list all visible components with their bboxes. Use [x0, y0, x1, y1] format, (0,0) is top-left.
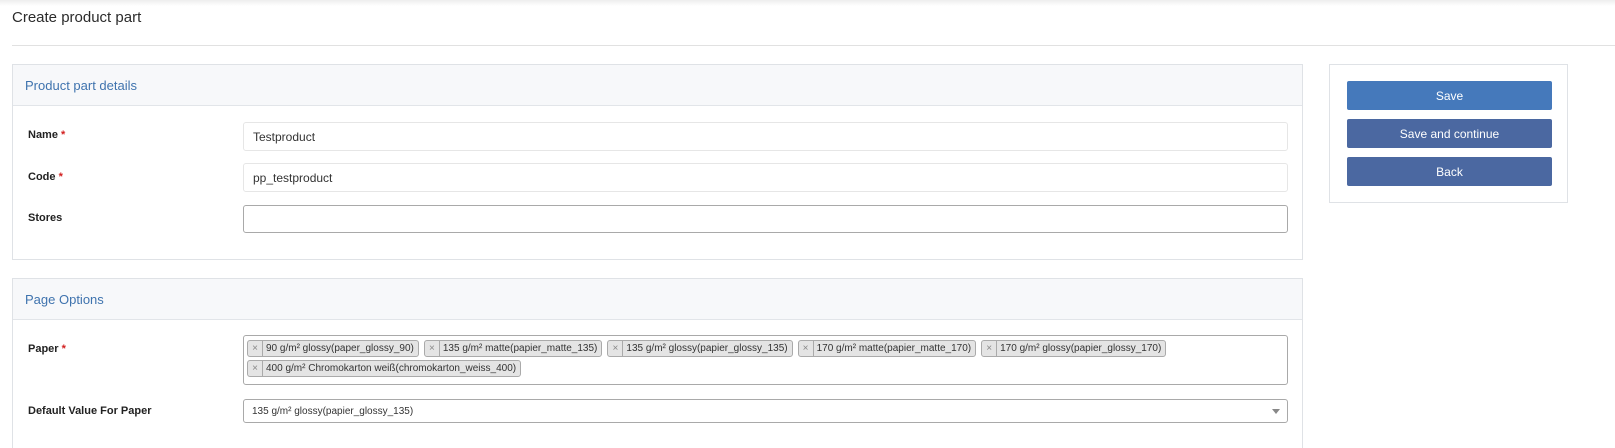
paper-tag: × 90 g/m² glossy(paper_glossy_90) [247, 340, 419, 357]
paper-multiselect[interactable]: × 90 g/m² glossy(paper_glossy_90) × 135 … [243, 335, 1288, 385]
default-paper-value: 135 g/m² glossy(papier_glossy_135) [252, 405, 414, 417]
page-title: Create product part [12, 9, 142, 26]
paper-tag: × 135 g/m² glossy(papier_glossy_135) [607, 340, 793, 357]
required-marker: * [61, 129, 66, 141]
paper-tag-label: 170 g/m² glossy(papier_glossy_170) [1000, 343, 1162, 354]
default-paper-label: Default Value For Paper [28, 405, 151, 417]
paper-label: Paper * [28, 343, 66, 355]
chevron-down-icon [1272, 409, 1280, 414]
paper-label-text: Paper [28, 343, 59, 355]
name-field[interactable]: Testproduct [243, 122, 1288, 151]
paper-tag: × 135 g/m² matte(papier_matte_135) [423, 340, 603, 357]
page-options-panel: Page Options Paper * × 90 g/m² glossy(pa… [12, 278, 1303, 448]
title-divider [12, 45, 1615, 46]
code-field[interactable]: pp_testproduct [243, 163, 1288, 192]
name-field-value: Testproduct [253, 129, 316, 144]
paper-tag: × 170 g/m² glossy(papier_glossy_170) [981, 340, 1167, 357]
panel-header: Product part details [13, 65, 1302, 106]
remove-tag-icon[interactable]: × [608, 341, 624, 356]
name-label: Name * [28, 129, 65, 141]
product-part-details-panel: Product part details Name * Testproduct … [12, 64, 1303, 260]
back-button[interactable]: Back [1347, 157, 1552, 186]
stores-label: Stores [28, 212, 62, 224]
remove-tag-icon[interactable]: × [248, 341, 263, 356]
panel-heading: Product part details [25, 77, 138, 93]
stores-field[interactable] [243, 205, 1288, 233]
default-paper-label-text: Default Value For Paper [28, 405, 152, 417]
paper-tag-label: 400 g/m² Chromokarton weiß(chromokarton_… [266, 363, 517, 374]
stores-label-text: Stores [28, 212, 63, 224]
remove-tag-icon[interactable]: × [425, 341, 440, 356]
actions-panel: Save Save and continue Back [1329, 64, 1568, 203]
panel-header: Page Options [13, 279, 1302, 320]
paper-tag-label: 170 g/m² matte(papier_matte_170) [816, 343, 972, 354]
required-marker: * [61, 343, 66, 355]
paper-tag-label: 135 g/m² matte(papier_matte_135) [442, 343, 598, 354]
remove-tag-icon[interactable]: × [248, 361, 263, 376]
top-shadow [0, 0, 1615, 6]
paper-tag-label: 90 g/m² glossy(paper_glossy_90) [266, 343, 414, 354]
default-paper-select[interactable]: 135 g/m² glossy(papier_glossy_135) [243, 399, 1288, 423]
code-label: Code * [28, 171, 63, 183]
paper-tag: × 170 g/m² matte(papier_matte_170) [797, 340, 977, 357]
panel-heading: Page Options [25, 291, 104, 307]
remove-tag-icon[interactable]: × [982, 341, 998, 356]
paper-tag: × 400 g/m² Chromokarton weiß(chromokarto… [247, 360, 522, 377]
remove-tag-icon[interactable]: × [799, 341, 814, 356]
save-button[interactable]: Save [1347, 81, 1552, 110]
name-label-text: Name [28, 129, 58, 141]
code-label-text: Code [28, 171, 56, 183]
save-and-continue-button[interactable]: Save and continue [1347, 119, 1552, 148]
code-field-value: pp_testproduct [253, 170, 333, 185]
paper-tag-label: 135 g/m² glossy(papier_glossy_135) [626, 343, 788, 354]
required-marker: * [58, 171, 63, 183]
